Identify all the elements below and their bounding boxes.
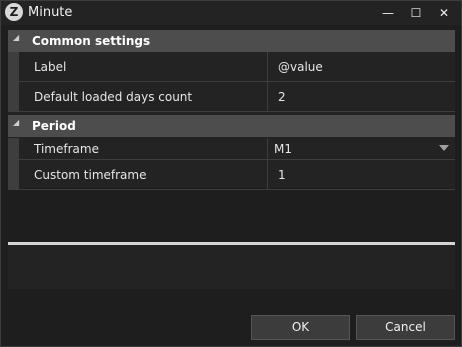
property-grid: ◢ Common settings Label @value Default l… xyxy=(8,30,455,190)
chevron-down-icon[interactable] xyxy=(439,145,449,151)
property-value-cell[interactable]: 2 xyxy=(268,82,455,112)
label-value-input[interactable]: @value xyxy=(278,60,323,74)
custom-timeframe-input[interactable]: 1 xyxy=(278,168,286,182)
property-row-custom-timeframe[interactable]: Custom timeframe 1 xyxy=(8,160,455,190)
category-label: Period xyxy=(32,119,76,133)
timeframe-selected-value: M1 xyxy=(274,142,292,156)
category-period[interactable]: ◢ Period xyxy=(8,115,455,137)
row-gutter xyxy=(8,160,19,190)
description-panel xyxy=(8,245,455,289)
property-name: Default loaded days count xyxy=(34,90,193,104)
days-count-input[interactable]: 2 xyxy=(278,90,286,104)
maximize-button[interactable]: ☐ xyxy=(402,1,430,25)
dialog-window: Z Minute — ☐ ✕ ◢ Common settings Label @… xyxy=(0,0,462,347)
app-logo-icon: Z xyxy=(5,3,23,21)
property-name-cell: Timeframe xyxy=(19,138,268,160)
property-row-default-loaded-days-count[interactable]: Default loaded days count 2 xyxy=(8,82,455,112)
category-label: Common settings xyxy=(32,34,151,48)
minimize-button[interactable]: — xyxy=(374,1,402,25)
row-gutter xyxy=(8,52,19,82)
row-gutter xyxy=(8,138,19,160)
expand-arrow-icon[interactable]: ◢ xyxy=(13,118,19,127)
window-title: Minute xyxy=(28,5,73,20)
ok-button[interactable]: OK xyxy=(251,315,350,340)
property-value-cell[interactable]: 1 xyxy=(268,160,455,190)
property-name: Timeframe xyxy=(34,142,99,156)
timeframe-dropdown[interactable]: M1 xyxy=(268,138,455,160)
property-name-cell: Default loaded days count xyxy=(19,82,268,112)
property-row-label[interactable]: Label @value xyxy=(8,52,455,82)
property-name: Custom timeframe xyxy=(34,168,147,182)
property-name: Label xyxy=(34,60,67,74)
category-common-settings[interactable]: ◢ Common settings xyxy=(8,30,455,52)
property-row-timeframe[interactable]: Timeframe M1 xyxy=(8,138,455,160)
close-button[interactable]: ✕ xyxy=(430,1,458,25)
row-gutter xyxy=(8,82,19,112)
cancel-button[interactable]: Cancel xyxy=(356,315,455,340)
property-value-cell[interactable]: @value xyxy=(268,52,455,82)
title-bar[interactable]: Z Minute — ☐ ✕ xyxy=(1,1,461,25)
property-name-cell: Label xyxy=(19,52,268,82)
expand-arrow-icon[interactable]: ◢ xyxy=(13,33,19,42)
property-name-cell: Custom timeframe xyxy=(19,160,268,190)
